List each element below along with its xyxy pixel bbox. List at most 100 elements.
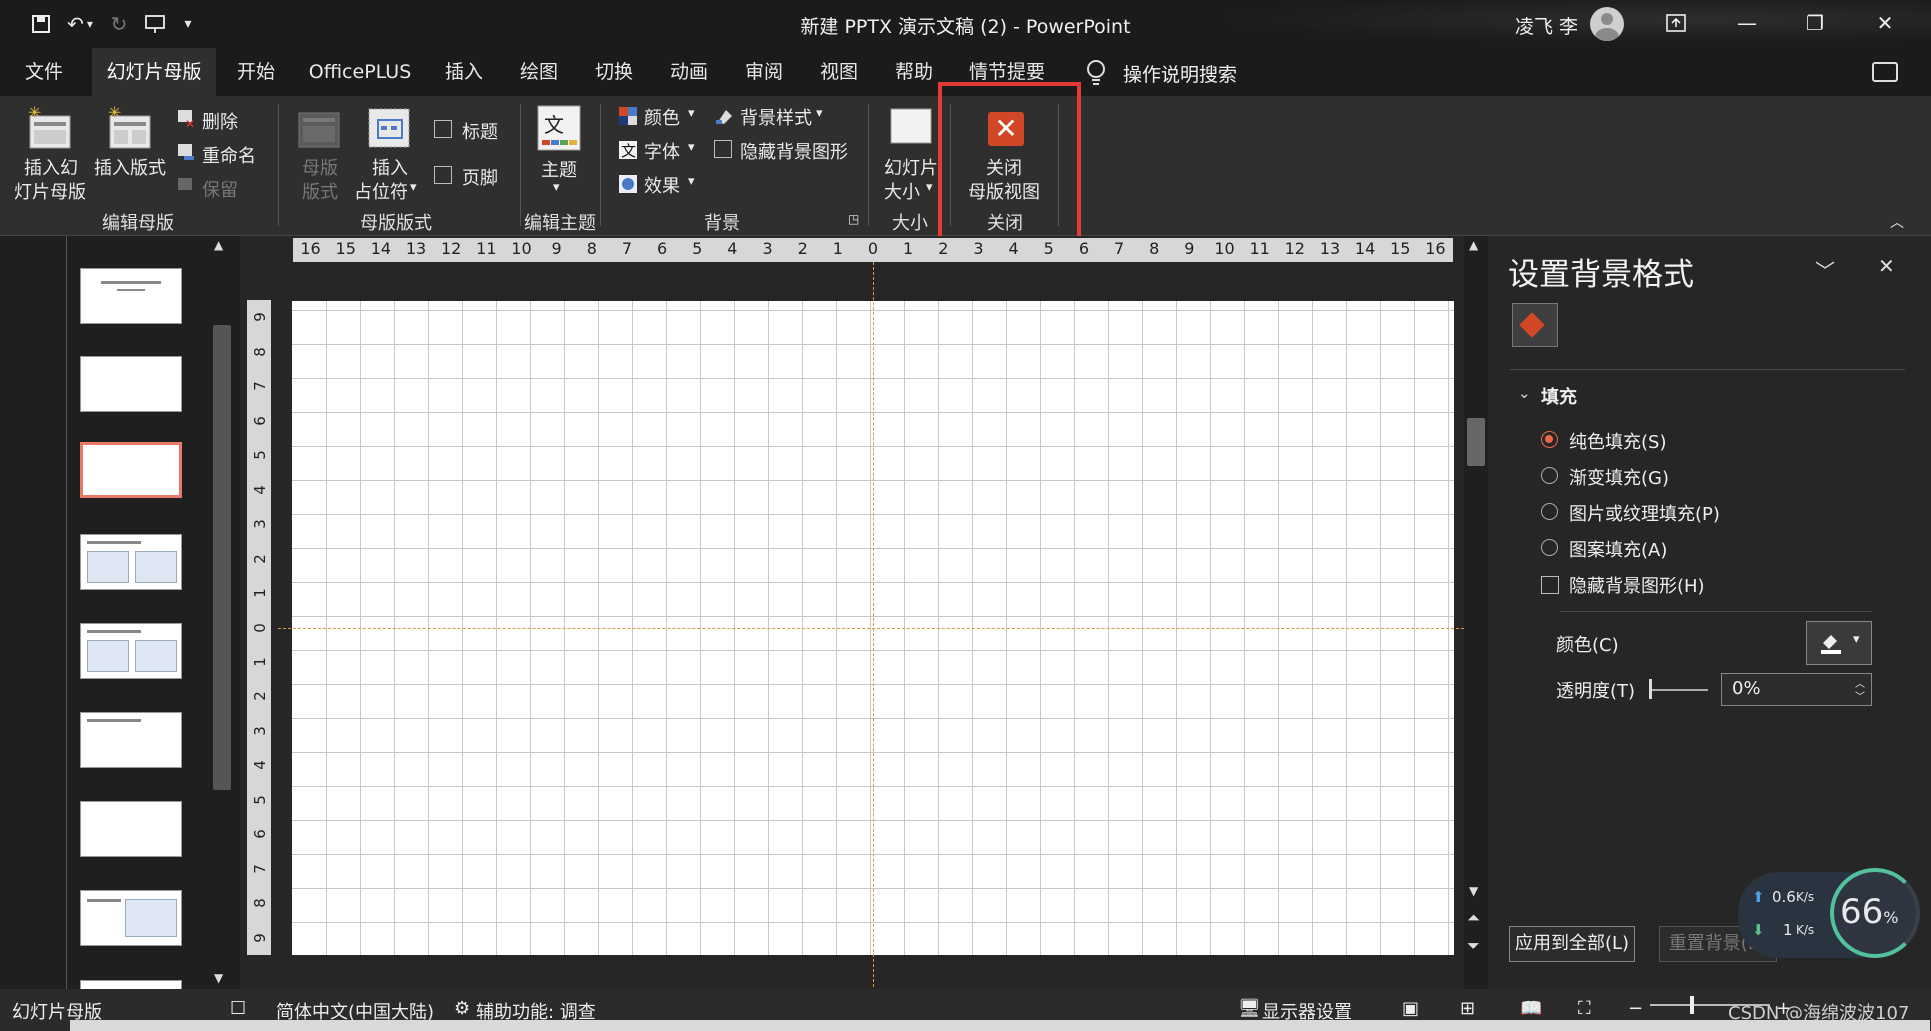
normal-view-icon[interactable]: ▣ bbox=[1402, 998, 1419, 1019]
editor-scroll-up-icon[interactable]: ▲ bbox=[1469, 238, 1478, 252]
tab-file[interactable]: 文件 bbox=[14, 48, 74, 96]
thumbnail-layout-8[interactable] bbox=[80, 890, 182, 946]
fill-tab-icon[interactable] bbox=[1512, 303, 1558, 347]
thumbnail-layout-4[interactable] bbox=[80, 534, 182, 590]
zoom-slider-knob[interactable] bbox=[1690, 996, 1694, 1014]
fonts-icon[interactable]: 文 bbox=[618, 140, 638, 160]
picture-fill-radio[interactable] bbox=[1541, 503, 1558, 520]
solid-fill-radio[interactable] bbox=[1541, 431, 1558, 448]
slideshow-icon[interactable]: ⛶ bbox=[1578, 998, 1591, 1019]
zoom-out-icon[interactable]: − bbox=[1628, 998, 1643, 1019]
background-styles-chevron-icon[interactable]: ▾ bbox=[816, 106, 823, 121]
rename-button[interactable]: 重命名 bbox=[202, 142, 256, 168]
thumbnail-layout-2[interactable] bbox=[80, 356, 182, 412]
section-collapse-chevron-icon[interactable]: ⌄ bbox=[1518, 384, 1531, 402]
reading-view-icon[interactable]: 📖 bbox=[1520, 998, 1542, 1019]
minimize-icon[interactable]: — bbox=[1717, 0, 1777, 46]
background-styles-button[interactable]: 背景样式 bbox=[740, 104, 812, 130]
fill-section-header[interactable]: 填充 bbox=[1541, 383, 1577, 409]
thumbnails-scroll-thumb[interactable] bbox=[213, 325, 231, 790]
effects-icon[interactable] bbox=[618, 174, 638, 194]
solid-fill-label[interactable]: 纯色填充(S) bbox=[1569, 428, 1666, 454]
themes-chevron-icon[interactable]: ▾ bbox=[553, 180, 560, 195]
effects-chevron-icon[interactable]: ▾ bbox=[688, 174, 695, 189]
scroll-up-icon[interactable]: ▲ bbox=[214, 238, 223, 252]
tab-view[interactable]: 视图 bbox=[809, 48, 869, 96]
close-master-view-label-1[interactable]: 关闭 bbox=[986, 154, 1022, 180]
tab-animations[interactable]: 动画 bbox=[659, 48, 719, 96]
editor-scroll-down-icon[interactable]: ▼ bbox=[1469, 884, 1478, 898]
fill-color-picker[interactable]: ▾ bbox=[1806, 621, 1872, 665]
vertical-guide[interactable] bbox=[873, 262, 874, 987]
insert-layout-icon[interactable]: ✳ bbox=[106, 106, 154, 154]
insert-slide-master-icon[interactable]: ✳ bbox=[26, 106, 74, 154]
close-master-view-label-2[interactable]: 母版视图 bbox=[968, 178, 1040, 204]
slide-size-icon[interactable] bbox=[888, 106, 934, 148]
ribbon-display-icon[interactable] bbox=[1646, 0, 1706, 46]
delete-button[interactable]: 删除 bbox=[202, 108, 238, 134]
display-settings-icon[interactable]: 🖥 bbox=[1238, 998, 1261, 1019]
pane-close-icon[interactable]: ✕ bbox=[1878, 254, 1895, 278]
fonts-chevron-icon[interactable]: ▾ bbox=[688, 140, 695, 155]
insert-layout-label[interactable]: 插入版式 bbox=[94, 154, 166, 180]
close-window-icon[interactable]: ✕ bbox=[1855, 0, 1915, 46]
slide-size-label-1[interactable]: 幻灯片 bbox=[884, 154, 938, 180]
dialog-launcher-icon[interactable]: ◳ bbox=[848, 212, 859, 226]
tab-home[interactable]: 开始 bbox=[226, 48, 286, 96]
editor-scrollbar[interactable]: ▲ ▼ ⏶ ⏷ bbox=[1464, 236, 1488, 989]
hide-background-graphics-label[interactable]: 隐藏背景图形(H) bbox=[1569, 572, 1705, 598]
tab-transitions[interactable]: 切换 bbox=[584, 48, 644, 96]
user-name[interactable]: 凌飞 李 bbox=[1515, 12, 1578, 39]
tab-insert[interactable]: 插入 bbox=[434, 48, 494, 96]
footer-checkbox[interactable] bbox=[434, 166, 452, 184]
insert-slide-master-label-1[interactable]: 插入幻 bbox=[24, 154, 78, 180]
thumbnail-layout-3-selected[interactable] bbox=[80, 442, 182, 498]
accessibility-icon[interactable]: ⚙ bbox=[454, 998, 470, 1019]
restore-icon[interactable]: ❐ bbox=[1785, 0, 1845, 46]
gradient-fill-label[interactable]: 渐变填充(G) bbox=[1569, 464, 1669, 490]
insert-placeholder-label-2[interactable]: 占位符 bbox=[354, 178, 408, 204]
rename-icon[interactable] bbox=[176, 142, 196, 162]
thumbnail-layout-7[interactable] bbox=[80, 801, 182, 857]
comments-icon[interactable] bbox=[1872, 62, 1898, 82]
delete-icon[interactable]: ✕ bbox=[176, 108, 196, 128]
thumbnail-layout-1[interactable] bbox=[80, 268, 182, 324]
thumbnail-layout-5[interactable] bbox=[80, 623, 182, 679]
pane-options-chevron-icon[interactable]: ﹀ bbox=[1815, 255, 1835, 284]
horizontal-ruler[interactable]: 16 15 14 13 12 11 10 9 8 7 6 5 4 3 2 1 0 1 2 3 4 5 6 7 8 9 10 11 12 1… bbox=[293, 238, 1453, 262]
insert-slide-master-label-2[interactable]: 灯片母版 bbox=[14, 178, 86, 204]
avatar[interactable] bbox=[1590, 7, 1624, 41]
editor-scroll-thumb[interactable] bbox=[1467, 418, 1485, 466]
apply-to-all-button[interactable]: 应用到全部(L) bbox=[1509, 926, 1635, 962]
colors-chevron-icon[interactable]: ▾ bbox=[688, 106, 695, 121]
fonts-button[interactable]: 字体 bbox=[644, 138, 680, 164]
slide-size-label-2[interactable]: 大小 bbox=[884, 178, 920, 204]
slide-sorter-icon[interactable]: ⊞ bbox=[1460, 998, 1475, 1019]
themes-icon[interactable]: 文 bbox=[536, 104, 582, 152]
tell-me-search[interactable]: 操作说明搜索 bbox=[1123, 60, 1237, 87]
pattern-fill-label[interactable]: 图案填充(A) bbox=[1569, 536, 1667, 562]
colors-button[interactable]: 颜色 bbox=[644, 104, 680, 130]
title-checkbox[interactable] bbox=[434, 120, 452, 138]
tab-slide-master[interactable]: 幻灯片母版 bbox=[92, 48, 216, 96]
transparency-input[interactable]: 0% ︿ ﹀ bbox=[1721, 673, 1872, 706]
insert-placeholder-icon[interactable] bbox=[366, 106, 412, 152]
tab-storyboard[interactable]: 情节提要 bbox=[964, 48, 1050, 96]
horizontal-guide[interactable] bbox=[278, 628, 1464, 629]
picture-fill-label[interactable]: 图片或纹理填充(P) bbox=[1569, 500, 1720, 526]
effects-button[interactable]: 效果 bbox=[644, 172, 680, 198]
scroll-down-icon[interactable]: ▼ bbox=[214, 971, 223, 985]
hide-background-graphics-checkbox[interactable] bbox=[1541, 576, 1559, 594]
next-slide-icon[interactable]: ⏷ bbox=[1467, 936, 1480, 956]
vertical-ruler[interactable]: 9 8 7 6 5 4 3 2 1 0 1 2 3 4 5 6 7 8 9 bbox=[247, 300, 271, 955]
notes-icon[interactable]: ☐ bbox=[230, 998, 246, 1019]
tab-draw[interactable]: 绘图 bbox=[509, 48, 569, 96]
lightbulb-icon[interactable] bbox=[1083, 58, 1109, 86]
tab-officeplus[interactable]: OfficePLUS bbox=[304, 48, 416, 96]
insert-placeholder-label-1[interactable]: 插入 bbox=[372, 154, 408, 180]
insert-placeholder-chevron-icon[interactable]: ▾ bbox=[410, 180, 417, 195]
transparency-slider-knob[interactable] bbox=[1649, 679, 1652, 699]
hide-background-checkbox[interactable] bbox=[714, 140, 732, 158]
slide-size-chevron-icon[interactable]: ▾ bbox=[926, 180, 933, 195]
tab-help[interactable]: 帮助 bbox=[884, 48, 944, 96]
